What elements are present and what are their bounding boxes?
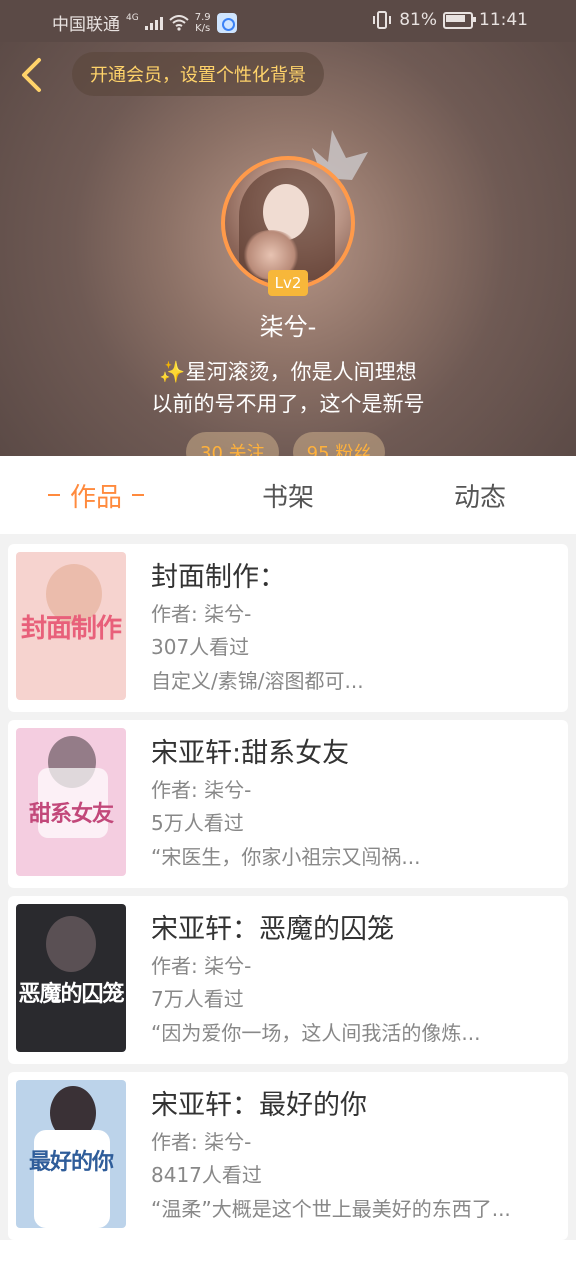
username: 柒兮- <box>259 313 317 341</box>
bottom-area <box>0 1240 576 1280</box>
book-info: 宋亚轩:甜系女友 作者: 柒兮- 5万人看过 “宋医生，你家小祖宗又闯祸... <box>151 734 551 874</box>
chevron-left-icon <box>22 58 41 92</box>
tab-indicator-left <box>47 494 60 496</box>
book-cover: 封面制作 <box>16 552 126 700</box>
book-description: 自定义/素锦/溶图都可... <box>151 669 364 693</box>
wifi-icon <box>169 14 189 31</box>
profile-header: 开通会员，设置个性化背景 Lv2 柒兮- ✨星河滚烫，你是人间理想 以前的号不用… <box>0 42 576 456</box>
cover-title: 封面制作 <box>20 614 122 644</box>
book-info: 封面制作： 作者: 柒兮- 307人看过 自定义/素锦/溶图都可... <box>151 558 551 698</box>
tab-activity-label: 动态 <box>453 482 506 513</box>
battery-icon <box>443 11 476 29</box>
tab-indicator-right <box>132 494 144 496</box>
followers-count[interactable]: 95 粉丝 <box>292 432 386 456</box>
tab-works-label: 作品 <box>69 482 122 513</box>
book-cover: 最好的你 <box>16 1080 126 1228</box>
cover-title: 恶魔的囚笼 <box>18 982 124 1007</box>
tab-bookshelf[interactable]: 书架 <box>192 456 384 534</box>
bio-line-1: ✨星河滚烫，你是人间理想 <box>159 360 417 384</box>
cover-title: 最好的你 <box>28 1150 114 1175</box>
signal-icon <box>144 16 163 30</box>
status-bar: 中国联通 4G 7.9 K/s 81% 11:41 <box>0 0 576 42</box>
book-card[interactable]: 甜系女友 宋亚轩:甜系女友 作者: 柒兮- 5万人看过 “宋医生，你家小祖宗又闯… <box>8 720 568 888</box>
tab-works[interactable]: 作品 <box>0 456 192 534</box>
speed-unit: K/s <box>195 22 211 34</box>
book-title: 宋亚轩:甜系女友 <box>151 738 350 769</box>
book-reads: 7万人看过 <box>151 987 244 1011</box>
vip-prompt-button[interactable]: 开通会员，设置个性化背景 <box>72 52 324 96</box>
status-left: 中国联通 4G 7.9 K/s <box>52 10 237 35</box>
cover-figure-body <box>34 1130 110 1228</box>
book-title: 宋亚轩：恶魔的囚笼 <box>151 914 394 945</box>
book-title: 封面制作： <box>151 562 286 593</box>
status-right: 81% 11:41 <box>371 10 528 30</box>
book-info: 宋亚轩：恶魔的囚笼 作者: 柒兮- 7万人看过 “因为爱你一场，这人间我活的像炼… <box>151 910 551 1050</box>
book-title: 宋亚轩：最好的你 <box>151 1090 367 1121</box>
book-author: 作者: 柒兮- <box>151 1130 252 1154</box>
book-cover: 恶魔的囚笼 <box>16 904 126 1052</box>
book-description: “因为爱你一场，这人间我活的像炼... <box>151 1021 481 1045</box>
book-info: 宋亚轩：最好的你 作者: 柒兮- 8417人看过 “温柔”大概是这个世上最美好的… <box>151 1086 551 1226</box>
book-cover: 甜系女友 <box>16 728 126 876</box>
app-notification-icon <box>216 12 237 33</box>
book-reads: 5万人看过 <box>151 811 244 835</box>
bio-line-2: 以前的号不用了，这个是新号 <box>151 392 425 416</box>
book-author: 作者: 柒兮- <box>151 602 252 626</box>
vibrate-icon <box>373 11 392 29</box>
book-author: 作者: 柒兮- <box>151 778 252 802</box>
carrier-label: 中国联通 <box>52 15 120 35</box>
stats: 30 关注 95 粉丝 <box>186 432 386 456</box>
book-reads: 8417人看过 <box>151 1163 262 1187</box>
following-count[interactable]: 30 关注 <box>186 432 279 456</box>
book-reads: 307人看过 <box>151 635 250 659</box>
book-author: 作者: 柒兮- <box>151 954 252 978</box>
speed-value: 7.9 <box>194 11 211 23</box>
tab-bookshelf-label: 书架 <box>261 482 314 513</box>
back-button[interactable] <box>14 56 48 94</box>
network-speed: 7.9 K/s <box>195 12 211 34</box>
tab-activity[interactable]: 动态 <box>384 456 576 534</box>
clock: 11:41 <box>479 10 528 30</box>
cover-figure <box>46 916 96 972</box>
book-card[interactable]: 恶魔的囚笼 宋亚轩：恶魔的囚笼 作者: 柒兮- 7万人看过 “因为爱你一场，这人… <box>8 896 568 1064</box>
book-card[interactable]: 最好的你 宋亚轩：最好的你 作者: 柒兮- 8417人看过 “温柔”大概是这个世… <box>8 1072 568 1240</box>
network-type: 4G <box>126 13 139 23</box>
book-description: “温柔”大概是这个世上最美好的东西了... <box>151 1197 511 1221</box>
book-description: “宋医生，你家小祖宗又闯祸... <box>151 845 421 869</box>
battery-percent: 81% <box>399 10 437 30</box>
level-badge: Lv2 <box>268 270 308 296</box>
tab-bar: 作品 书架 动态 <box>0 456 576 534</box>
cover-title: 甜系女友 <box>28 802 114 827</box>
bio: ✨星河滚烫，你是人间理想 以前的号不用了，这个是新号 <box>0 356 576 420</box>
book-card[interactable]: 封面制作 封面制作： 作者: 柒兮- 307人看过 自定义/素锦/溶图都可... <box>8 544 568 712</box>
